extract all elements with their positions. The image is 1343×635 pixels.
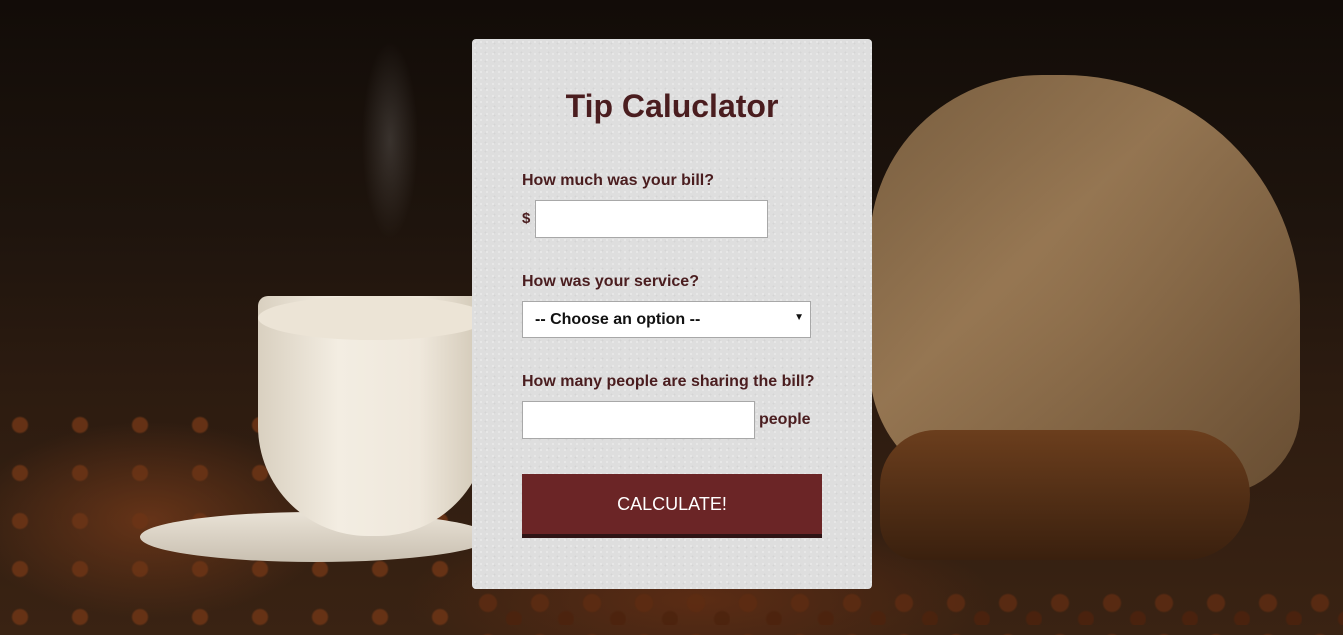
coffee-cup-rim [258, 296, 488, 340]
service-selected-value: -- Choose an option -- [535, 311, 701, 328]
chevron-down-icon: ▼ [794, 312, 804, 323]
tip-calculator-card: Tip Caluclator How much was your bill? $… [472, 39, 872, 589]
service-question-label: How was your service? [522, 273, 699, 290]
bill-question-label: How much was your bill? [522, 172, 715, 189]
people-question-label: How many people are sharing the bill? [522, 373, 815, 390]
currency-symbol: $ [522, 210, 531, 227]
coffee-beans-bottom [470, 585, 1343, 635]
page-title: Tip Caluclator [565, 88, 779, 124]
calculate-button[interactable]: CALCULATE! [522, 474, 822, 538]
people-unit-label: people [759, 411, 811, 428]
steam [300, 0, 470, 290]
service-quality-select[interactable]: -- Choose an option -- ▼ [522, 301, 811, 338]
bill-amount-input[interactable] [535, 200, 768, 238]
wooden-scoop [880, 430, 1250, 560]
people-count-input[interactable] [522, 401, 755, 439]
